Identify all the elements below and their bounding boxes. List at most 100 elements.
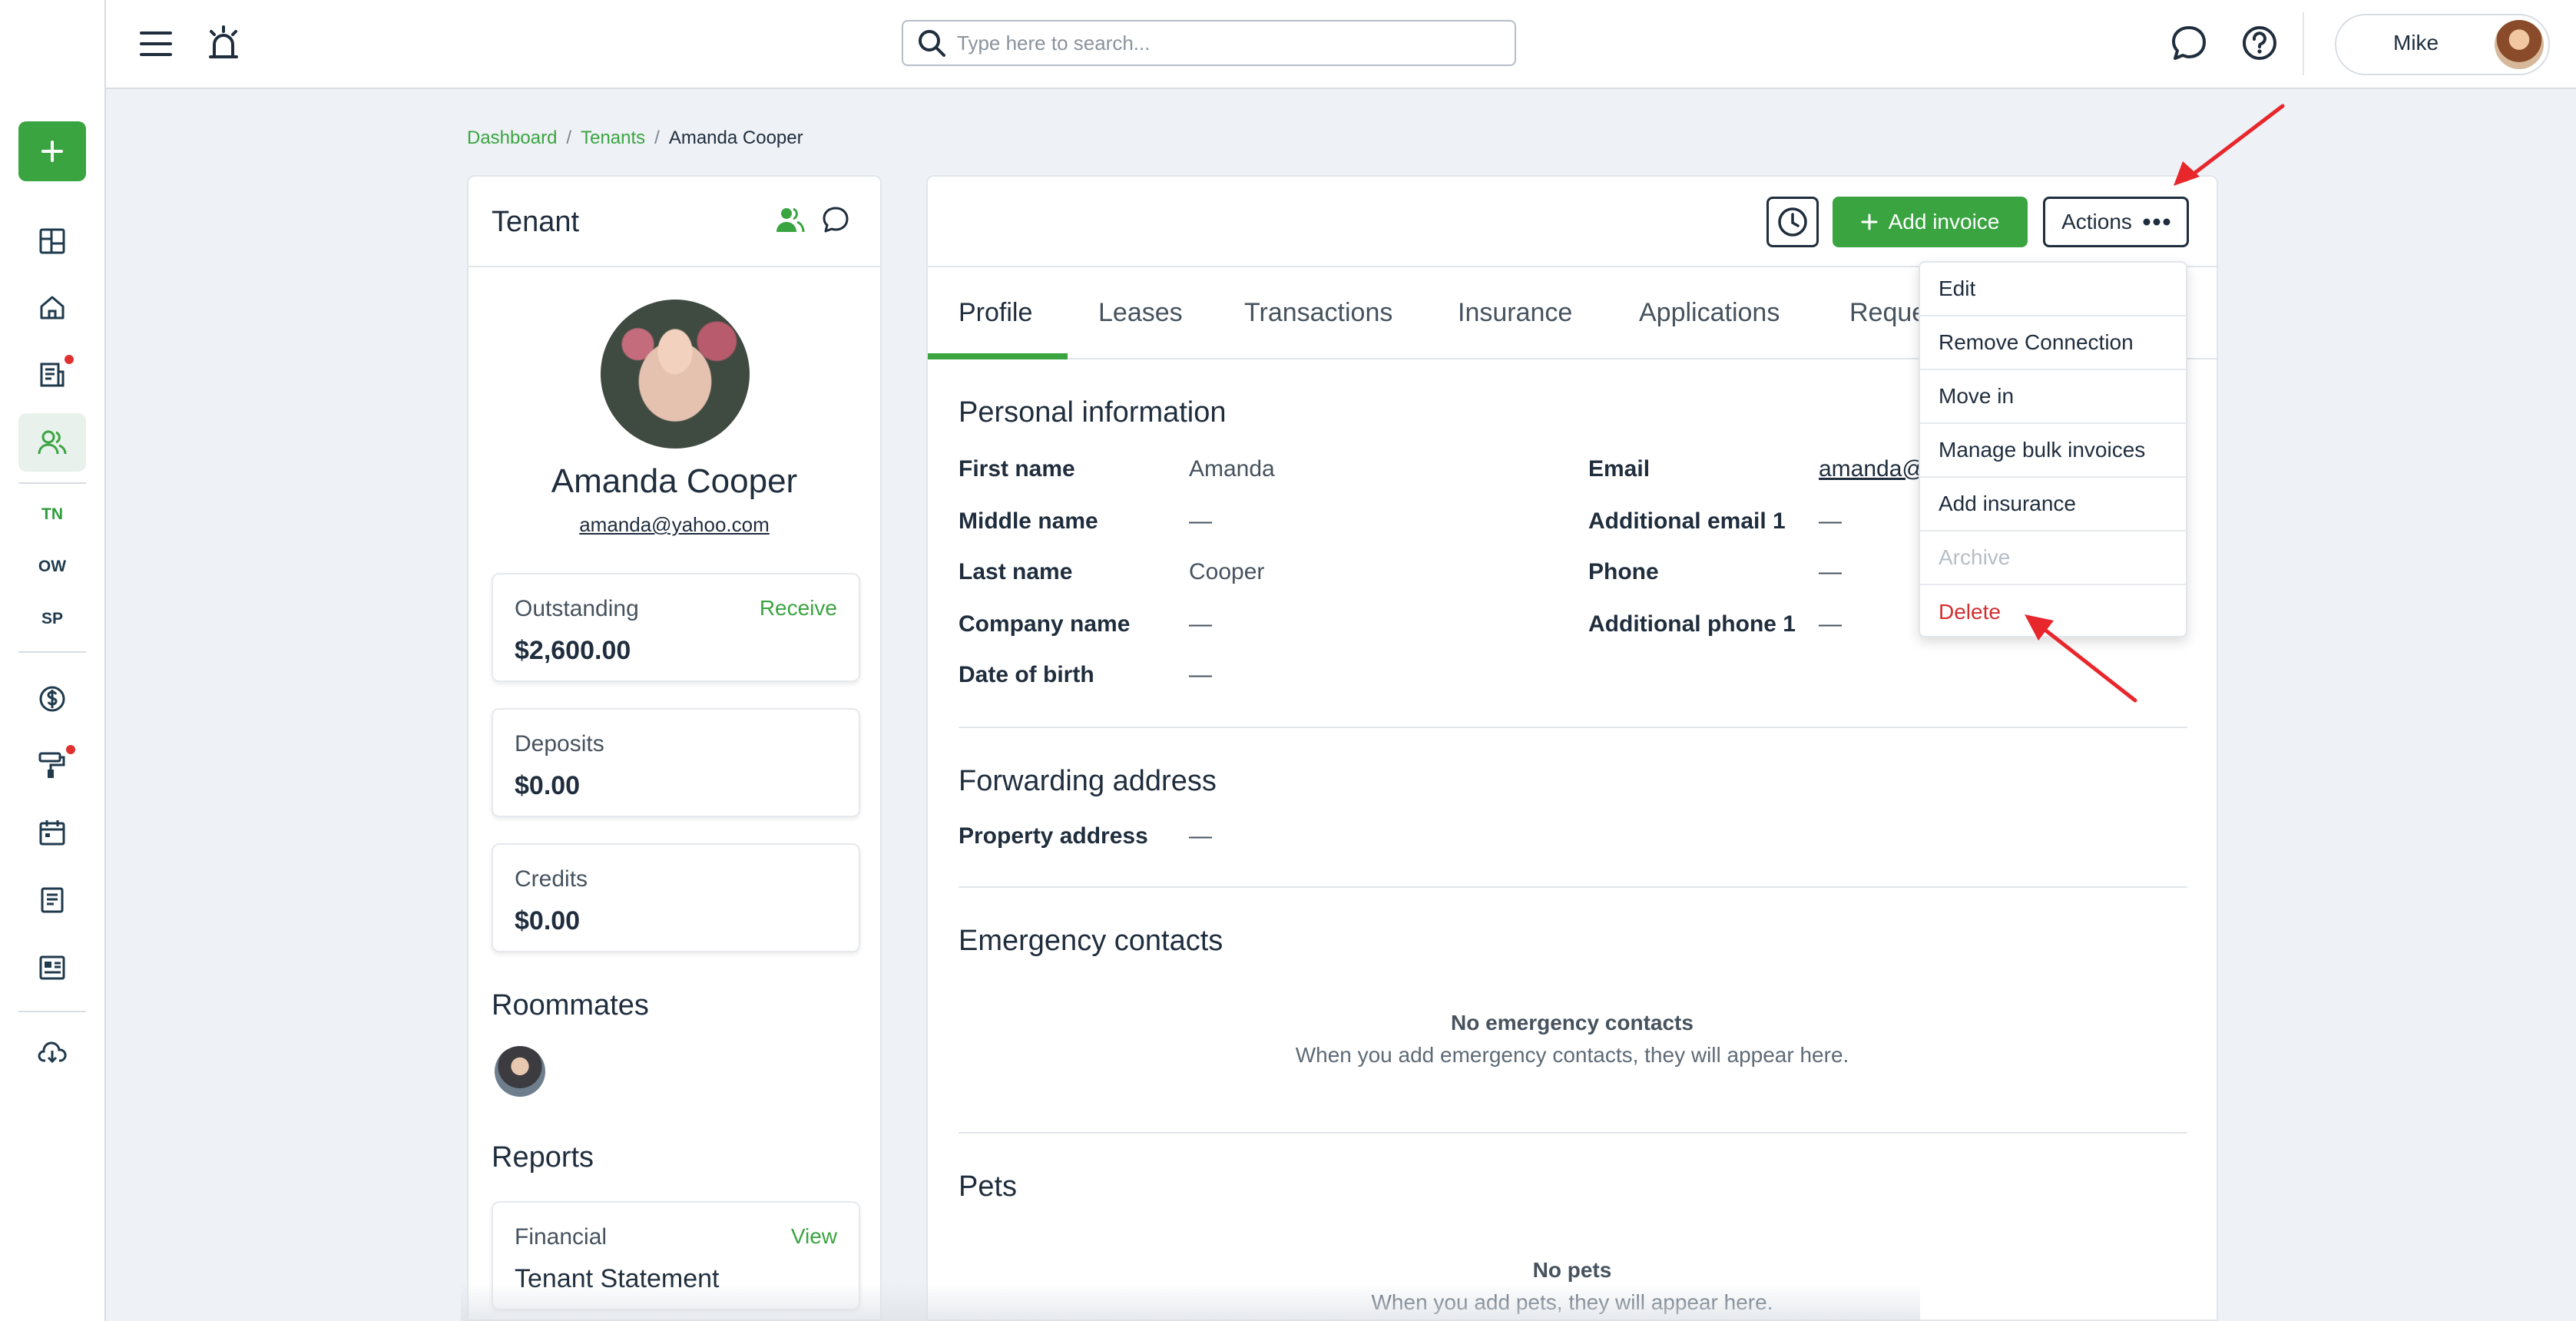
sidebar-item-download[interactable] <box>18 1023 86 1081</box>
additional-phone-value: — <box>1819 611 1842 637</box>
search-input[interactable] <box>957 22 1515 65</box>
alarm-bell-icon[interactable] <box>204 23 243 63</box>
actions-label: Actions <box>2061 210 2132 233</box>
roommate-avatar[interactable] <box>495 1046 545 1097</box>
phone-value: — <box>1819 559 1842 584</box>
tab-leases[interactable]: Leases <box>1098 298 1183 328</box>
sidebar-item-calendar[interactable] <box>18 803 86 862</box>
breadcrumb-separator: / <box>566 127 572 148</box>
card-label: Outstanding <box>515 596 639 621</box>
first-name-label: First name <box>959 456 1075 482</box>
menu-item-delete[interactable]: Delete <box>1920 585 2186 639</box>
detail-header: Add invoice Actions <box>928 177 2217 267</box>
sidebar-item-accounting[interactable] <box>18 670 86 728</box>
breadcrumb-tenants[interactable]: Tenants <box>581 127 645 149</box>
email-value[interactable]: amanda@ <box>1819 456 1925 482</box>
search-bar[interactable] <box>902 20 1516 66</box>
financial-report-card: Financial View Tenant Statement <box>492 1201 860 1310</box>
empty-state-text: When you add pets, they will appear here… <box>1371 1290 1773 1314</box>
menu-item-edit[interactable]: Edit <box>1920 263 2186 316</box>
additional-phone-label: Additional phone 1 <box>1588 611 1796 637</box>
receive-link[interactable]: Receive <box>760 596 837 621</box>
notification-dot <box>66 745 75 754</box>
user-name: Mike <box>2393 31 2439 55</box>
sidebar-item-maintenance[interactable] <box>18 736 86 794</box>
menu-item-add-insurance[interactable]: Add insurance <box>1920 478 2186 531</box>
deposits-card: Deposits $0.00 <box>492 708 860 817</box>
sidebar-item-properties[interactable] <box>18 278 86 336</box>
sidebar-item-people[interactable] <box>18 413 86 472</box>
chat-icon[interactable] <box>2169 23 2209 63</box>
credits-card: Credits $0.00 <box>492 843 860 952</box>
card-label: Credits <box>515 866 588 892</box>
actions-button[interactable]: Actions <box>2043 197 2189 247</box>
calendar-icon <box>39 820 65 846</box>
history-button[interactable] <box>1766 197 1819 247</box>
first-name-value: Amanda <box>1189 456 1275 482</box>
sidebar-item-listings[interactable] <box>18 939 86 997</box>
sidebar-sub-tn[interactable]: TN <box>18 492 86 538</box>
dollar-circle-icon <box>39 686 65 712</box>
sidebar-item-dashboard[interactable] <box>18 212 86 270</box>
card-value: $0.00 <box>515 906 581 935</box>
view-link[interactable]: View <box>791 1224 837 1249</box>
company-name-value: — <box>1189 611 1212 637</box>
message-icon[interactable] <box>822 206 849 233</box>
plus-icon <box>1861 214 1878 230</box>
dashboard-grid-icon <box>39 228 65 254</box>
property-address-value: — <box>1189 823 1212 849</box>
outstanding-card: Outstanding Receive $2,600.00 <box>492 573 860 682</box>
cloud-download-icon <box>38 1041 67 1064</box>
help-icon[interactable] <box>2240 23 2280 63</box>
section-divider <box>959 1132 2187 1134</box>
menu-item-manage-bulk-invoices[interactable]: Manage bulk invoices <box>1920 424 2186 478</box>
emergency-contacts-title: Emergency contacts <box>959 925 1223 957</box>
card-label: Financial <box>515 1224 608 1250</box>
sidebar-sub-sp[interactable]: SP <box>18 596 86 642</box>
additional-email-value: — <box>1819 508 1842 534</box>
tab-insurance[interactable]: Insurance <box>1458 298 1572 328</box>
tab-profile[interactable]: Profile <box>959 298 1032 328</box>
sidebar-item-reports[interactable] <box>18 871 86 929</box>
menu-item-move-in[interactable]: Move in <box>1920 370 2186 424</box>
dob-value: — <box>1189 662 1212 687</box>
add-new-button[interactable] <box>18 121 86 181</box>
tenant-name: Amanda Cooper <box>551 462 798 500</box>
notification-dot <box>65 355 74 364</box>
sidebar-sub-ow[interactable]: OW <box>18 544 86 590</box>
menu-icon[interactable] <box>137 26 175 61</box>
forwarding-address-title: Forwarding address <box>959 765 1217 797</box>
breadcrumb-separator: / <box>654 127 660 148</box>
email-label: Email <box>1588 456 1651 482</box>
tab-transactions[interactable]: Transactions <box>1244 298 1392 328</box>
menu-item-remove-connection[interactable]: Remove Connection <box>1920 316 2186 370</box>
card-label: Deposits <box>515 731 604 757</box>
additional-email-label: Additional email 1 <box>1588 508 1786 534</box>
tab-requests[interactable]: Reque <box>1849 298 1926 328</box>
card-value: $0.00 <box>515 771 581 800</box>
empty-state-title: No pets <box>1532 1258 1612 1282</box>
tenant-people-icon[interactable] <box>776 206 805 233</box>
report-icon <box>41 887 64 913</box>
dob-label: Date of birth <box>959 662 1094 687</box>
middle-name-value: — <box>1189 508 1212 534</box>
menu-item-archive: Archive <box>1920 531 2186 585</box>
breadcrumb-dashboard[interactable]: Dashboard <box>467 127 557 149</box>
last-name-label: Last name <box>959 559 1073 584</box>
active-tab-indicator <box>928 353 1068 359</box>
sidebar-divider <box>18 1011 86 1012</box>
empty-state-text: When you add emergency contacts, they wi… <box>1295 1043 1849 1067</box>
sidebar-item-leases[interactable] <box>18 346 86 404</box>
breadcrumb-current: Amanda Cooper <box>668 127 803 148</box>
sidebar-divider <box>18 482 86 484</box>
listing-icon <box>39 955 65 980</box>
tenant-email-link[interactable]: amanda@yahoo.com <box>469 513 880 537</box>
user-menu-button[interactable]: Mike <box>2335 14 2550 75</box>
tab-applications[interactable]: Applications <box>1639 298 1780 328</box>
property-address-label: Property address <box>959 823 1148 849</box>
tenant-photo <box>601 300 750 449</box>
empty-state-title: No emergency contacts <box>1451 1011 1694 1035</box>
tenant-panel-header: Tenant <box>469 177 880 267</box>
phone-label: Phone <box>1588 559 1659 584</box>
add-invoice-button[interactable]: Add invoice <box>1833 197 2028 247</box>
